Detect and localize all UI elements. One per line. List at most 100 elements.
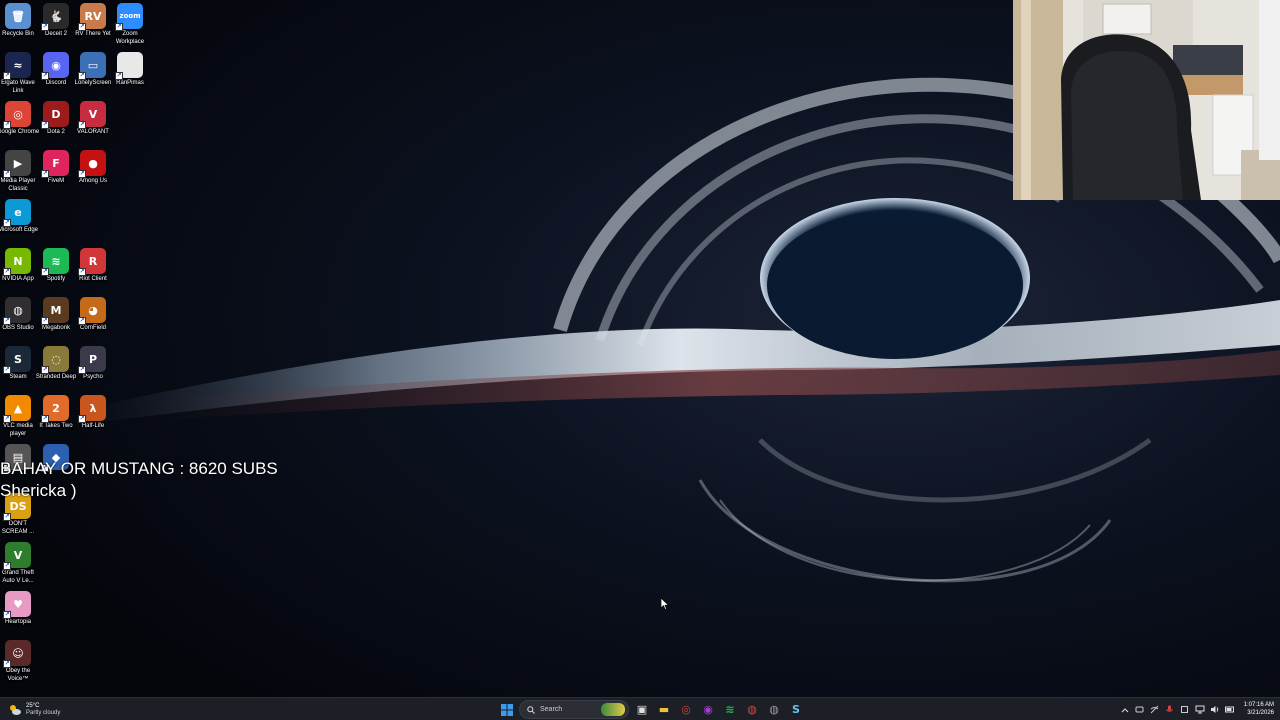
icon-glyph: λ xyxy=(89,401,97,415)
file-explorer-icon: ▬ xyxy=(658,703,670,716)
tray-app-icon[interactable] xyxy=(1135,705,1145,715)
desktop-shortcut-it-takes-two[interactable]: 2 ↗ It Takes Two xyxy=(38,395,74,431)
icon-glyph: ◕ xyxy=(88,303,98,317)
shortcut-arrow-icon: ↗ xyxy=(3,366,11,374)
weather-temperature: 25°C xyxy=(26,702,40,709)
desktop-shortcut-media-player-classic[interactable]: ▶ ↗ Media Player Classic xyxy=(0,150,36,193)
shortcut-arrow-icon: ↗ xyxy=(78,415,86,423)
icon-glyph: V xyxy=(13,548,23,562)
taskbar-clock[interactable]: 1:07:16 AM 3/21/2026 xyxy=(1244,702,1274,717)
task-view-icon: ▣ xyxy=(636,703,648,716)
shortcut-arrow-icon: ↗ xyxy=(41,72,49,80)
icon-glyph: 🗑 xyxy=(11,9,25,23)
icon-glyph: ▶ xyxy=(13,156,23,170)
desktop-shortcut-obs-studio[interactable]: ◍ ↗ OBS Studio xyxy=(0,297,36,333)
desktop-shortcut-microsoft-edge[interactable]: e ↗ Microsoft Edge xyxy=(0,199,38,235)
desktop-shortcut-obey-the-voice[interactable]: ☺ ↗ Obey the Voice™ xyxy=(0,640,36,683)
desktop-shortcut-valorant[interactable]: V ↗ VALORANT xyxy=(75,101,111,137)
desktop-shortcut-among-us[interactable]: ● ↗ Among Us xyxy=(75,150,111,186)
desktop-shortcut-label: Obey the Voice™ xyxy=(5,668,31,682)
desktop-shortcut-label: CornField xyxy=(79,325,106,331)
icon-glyph: N xyxy=(13,254,23,268)
desktop-shortcut-riot-client[interactable]: R ↗ Riot Client xyxy=(75,248,111,284)
search-icon xyxy=(527,705,535,714)
megabonk-icon: M ↗ xyxy=(41,297,69,325)
recycle-bin-icon: 🗑 xyxy=(5,3,31,29)
shortcut-arrow-icon: ↗ xyxy=(41,268,49,276)
desktop-shortcut-label: VALORANT xyxy=(77,129,109,135)
network-icon[interactable] xyxy=(1195,705,1205,715)
desktop-shortcut-half-life[interactable]: λ ↗ Half-Life xyxy=(75,395,111,431)
desktop-shortcut-google-chrome[interactable]: ◎ ↗ Google Chrome xyxy=(0,101,39,137)
desktop-shortcut-gta-v[interactable]: V ↗ Grand Theft Auto V Le... xyxy=(0,542,36,585)
show-hidden-icons-icon[interactable] xyxy=(1120,705,1130,715)
stranded-deep-icon: ◌ ↗ xyxy=(41,346,69,374)
desktop-shortcut-recycle-bin[interactable]: 🗑 Recycle Bin xyxy=(0,3,36,39)
shortcut-arrow-icon: ↗ xyxy=(3,611,11,619)
taskbar-search-box[interactable]: Search xyxy=(519,700,629,719)
desktop-shortcut-elgato-wave-link[interactable]: ≈ ↗ Elgato Wave Link xyxy=(0,52,36,95)
taskbar-button-app-taskbar[interactable]: ◍ xyxy=(743,701,761,718)
icon-glyph: RV xyxy=(84,9,102,23)
desktop-shortcut-lonelyscreen[interactable]: ▭ ↗ LonelyScreen xyxy=(75,52,111,88)
desktop-shortcut-zoom[interactable]: zoom ↗ Zoom Workplace xyxy=(112,3,148,46)
icon-glyph: zoom xyxy=(119,12,141,20)
icon-glyph: P xyxy=(88,352,98,366)
desktop-shortcut-deceit-2[interactable]: 🐇 ↗ Deceit 2 xyxy=(38,3,74,39)
taskbar-button-messenger-taskbar[interactable]: ◉ xyxy=(699,701,717,718)
taskbar-button-file-explorer[interactable]: ▬ xyxy=(655,701,673,718)
shortcut-arrow-icon: ↗ xyxy=(3,170,11,178)
shortcut-arrow-icon: ↗ xyxy=(3,317,11,325)
icon-glyph: D xyxy=(51,107,61,121)
icon-glyph: ◉ xyxy=(51,58,61,72)
start-button[interactable] xyxy=(498,701,516,718)
shortcut-arrow-icon: ↗ xyxy=(3,660,11,668)
nvidia-app-icon: N ↗ xyxy=(3,248,31,276)
it-takes-two-icon: 2 ↗ xyxy=(41,395,69,423)
among-us-icon: ● ↗ xyxy=(78,150,106,178)
desktop-shortcut-megabonk[interactable]: M ↗ Megabonk xyxy=(38,297,74,333)
desktop-shortcut-dota-2[interactable]: D ↗ Dota 2 xyxy=(38,101,74,137)
desktop-shortcut-fivem[interactable]: F ↗ FiveM xyxy=(38,150,74,186)
shortcut-arrow-icon: ↗ xyxy=(78,170,86,178)
taskbar-button-task-view[interactable]: ▣ xyxy=(633,701,651,718)
tray-wifi-off-icon[interactable] xyxy=(1150,705,1160,715)
weather-widget[interactable]: 25°C Partly cloudy xyxy=(8,700,60,719)
desktop-shortcut-stranded-deep[interactable]: ◌ ↗ Stranded Deep xyxy=(36,346,76,382)
desktop-shortcut-cornfield[interactable]: ◕ ↗ CornField xyxy=(75,297,111,333)
deceit-2-icon: 🐇 ↗ xyxy=(41,3,69,31)
shortcut-arrow-icon: ↗ xyxy=(3,121,11,129)
icon-glyph: 🐇 xyxy=(49,9,63,23)
desktop-shortcut-discord[interactable]: ◉ ↗ Discord xyxy=(38,52,74,88)
battery-icon[interactable] xyxy=(1224,705,1235,715)
desktop-shortcut-rv-there-yet[interactable]: RV ↗ RV There Yet xyxy=(75,3,111,39)
taskbar-button-spotify-taskbar[interactable]: ≋ xyxy=(721,701,739,718)
shortcut-arrow-icon: ↗ xyxy=(41,366,49,374)
shortcut-arrow-icon: ↗ xyxy=(78,268,86,276)
shortcut-arrow-icon: ↗ xyxy=(78,121,86,129)
taskbar-button-obs-taskbar[interactable]: ◍ xyxy=(765,701,783,718)
desktop-shortcut-vlc-media-player[interactable]: ▲ ↗ VLC media player xyxy=(0,395,36,438)
shortcut-arrow-icon: ↗ xyxy=(78,317,86,325)
valorant-icon: V ↗ xyxy=(78,101,106,129)
shortcut-arrow-icon: ↗ xyxy=(3,562,11,570)
desktop-shortcut-ranpimas[interactable]: ↗ RanPimas xyxy=(112,52,148,88)
desktop-shortcut-nvidia-app[interactable]: N ↗ NVIDIA App xyxy=(0,248,36,284)
tray-usb-icon[interactable] xyxy=(1180,705,1190,715)
taskbar-button-steam-taskbar[interactable]: S xyxy=(787,701,805,718)
google-chrome-icon: ◎ ↗ xyxy=(3,101,31,129)
overlay-line-2: Shericka ) xyxy=(0,481,77,500)
taskbar-button-chrome-taskbar[interactable]: ◎ xyxy=(677,701,695,718)
discord-icon: ◉ ↗ xyxy=(41,52,69,80)
desktop-shortcut-steam[interactable]: S ↗ Steam xyxy=(0,346,36,382)
microphone-icon[interactable] xyxy=(1165,705,1175,715)
clock-date: 3/21/2026 xyxy=(1247,709,1274,716)
desktop-shortcut-heartopia[interactable]: ♥ ↗ Heartopia xyxy=(0,591,36,627)
elgato-wave-link-icon: ≈ ↗ xyxy=(3,52,31,80)
microsoft-edge-icon: e ↗ xyxy=(3,199,31,227)
shortcut-arrow-icon: ↗ xyxy=(115,72,123,80)
desktop-shortcut-psycho[interactable]: P ↗ Psycho xyxy=(75,346,111,382)
desktop-shortcut-spotify[interactable]: ≋ ↗ Spotify xyxy=(38,248,74,284)
volume-icon[interactable] xyxy=(1210,705,1220,715)
rv-there-yet-icon: RV ↗ xyxy=(78,3,106,31)
